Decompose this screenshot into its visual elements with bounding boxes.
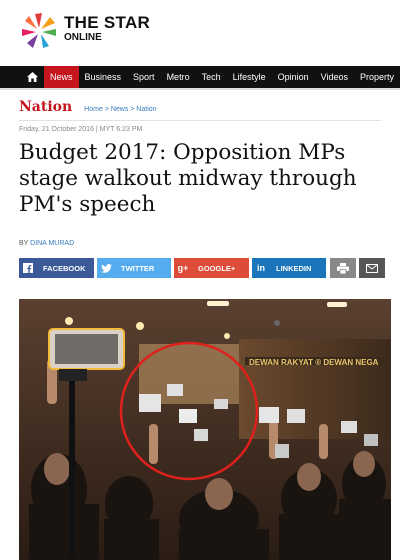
article-photo[interactable]: DEWAN RAKYAT ® DEWAN NEGA — [19, 299, 391, 560]
nav-divider — [0, 88, 400, 90]
section-header: Nation Home > News > Nation — [19, 99, 157, 115]
share-linkedin-button[interactable]: in LINKEDIN — [252, 258, 326, 278]
share-facebook-label: FACEBOOK — [43, 263, 86, 273]
site-header: THE STAR ONLINE — [0, 0, 400, 66]
wall-sign-text: DEWAN RAKYAT ® DEWAN NEGA — [249, 358, 379, 367]
print-button[interactable] — [330, 258, 356, 278]
email-button[interactable] — [359, 258, 385, 278]
nav-item-videos[interactable]: Videos — [315, 66, 354, 88]
nav-item-lifestyle[interactable]: Lifestyle — [227, 66, 272, 88]
photo-scene: DEWAN RAKYAT ® DEWAN NEGA — [19, 299, 391, 560]
share-googleplus-button[interactable]: g+ GOOGLE+ — [174, 258, 249, 278]
brand-subtitle: ONLINE — [64, 32, 102, 43]
facebook-icon — [19, 258, 37, 278]
star-logo-icon[interactable] — [18, 10, 60, 52]
breadcrumb[interactable]: Home > News > Nation — [84, 106, 156, 113]
share-googleplus-label: GOOGLE+ — [198, 263, 236, 273]
brand[interactable]: THE STAR ONLINE — [64, 14, 150, 44]
section-rule — [19, 120, 381, 121]
nav-item-metro[interactable]: Metro — [161, 66, 196, 88]
author-link[interactable]: DINA MURAD — [30, 240, 74, 247]
article-byline: BY DINA MURAD — [19, 240, 74, 247]
article-dateline: Friday, 21 October 2016 | MYT 6:23 PM — [19, 126, 143, 133]
nav-item-news[interactable]: News — [44, 66, 79, 88]
home-icon[interactable] — [20, 66, 44, 88]
article-headline: Budget 2017: Opposition MPs stage walkou… — [19, 140, 357, 217]
brand-title: THE STAR — [64, 13, 151, 32]
share-twitter-button[interactable]: TWITTER — [97, 258, 171, 278]
byline-prefix: BY — [19, 240, 29, 247]
envelope-icon — [366, 263, 378, 273]
googleplus-icon: g+ — [177, 263, 189, 273]
share-twitter-label: TWITTER — [121, 263, 155, 273]
share-facebook-button[interactable]: FACEBOOK — [19, 258, 94, 278]
nav-item-property[interactable]: Property — [354, 66, 400, 88]
nav-item-opinion[interactable]: Opinion — [272, 66, 315, 88]
nav-item-sport[interactable]: Sport — [127, 66, 161, 88]
twitter-icon — [97, 258, 115, 278]
section-title[interactable]: Nation — [19, 99, 72, 115]
share-linkedin-label: LINKEDIN — [276, 263, 312, 273]
nav-item-business[interactable]: Business — [79, 66, 128, 88]
printer-icon — [337, 262, 349, 274]
nav-item-tech[interactable]: Tech — [196, 66, 227, 88]
linkedin-icon: in — [257, 263, 265, 273]
main-nav: News Business Sport Metro Tech Lifestyle… — [0, 66, 400, 88]
